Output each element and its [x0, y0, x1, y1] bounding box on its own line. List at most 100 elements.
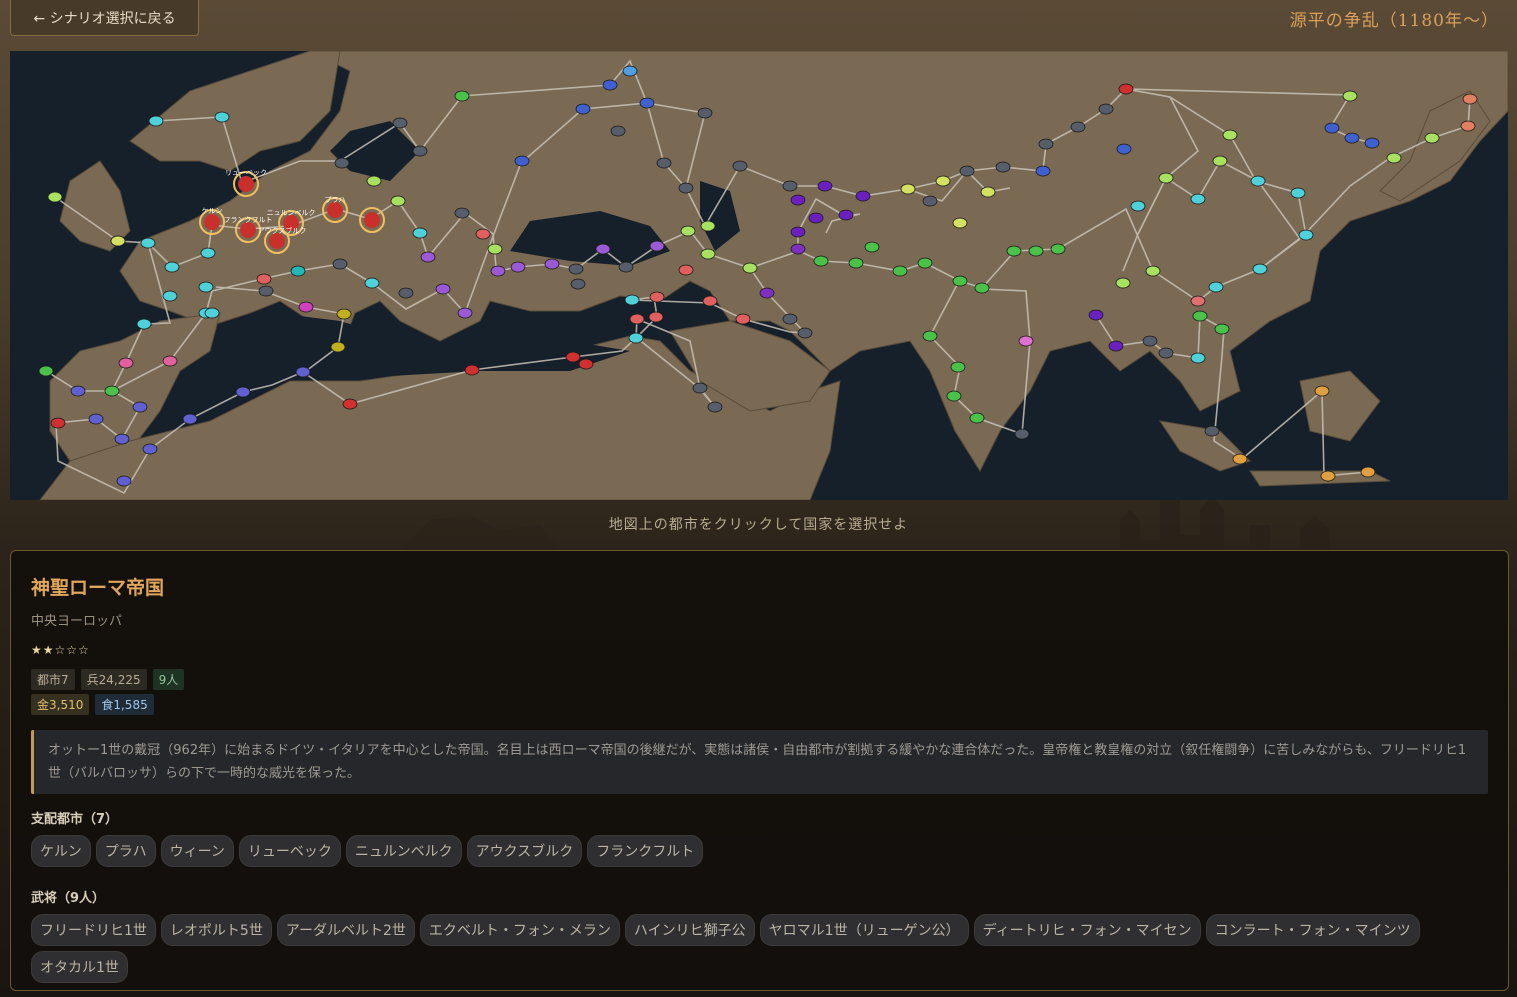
city-marker[interactable]: [1232, 453, 1248, 465]
city-marker[interactable]: [782, 313, 798, 325]
city-marker[interactable]: [164, 261, 180, 273]
city-marker[interactable]: [900, 183, 916, 195]
city-marker[interactable]: [390, 195, 406, 207]
city-marker[interactable]: [50, 417, 66, 429]
city-marker[interactable]: [332, 258, 348, 270]
city-marker[interactable]: [1115, 277, 1131, 289]
city-marker[interactable]: [656, 157, 672, 169]
general-tag[interactable]: ハインリヒ獅子公: [624, 914, 755, 946]
city-marker[interactable]: [700, 248, 716, 260]
city-marker[interactable]: [140, 237, 156, 249]
city-marker[interactable]: [678, 264, 694, 276]
city-marker[interactable]: [1050, 243, 1066, 255]
city-marker[interactable]: [1192, 310, 1208, 322]
city-marker[interactable]: [490, 265, 506, 277]
general-tag[interactable]: エクベルト・フォン・メラン: [419, 914, 620, 946]
city-marker[interactable]: [952, 275, 968, 287]
city-marker[interactable]: [1018, 335, 1034, 347]
city-marker[interactable]: [1116, 143, 1132, 155]
city-marker[interactable]: [697, 107, 713, 119]
city-marker[interactable]: [864, 241, 880, 253]
city-marker[interactable]: [1190, 352, 1206, 364]
city-marker[interactable]: [334, 157, 350, 169]
city-marker[interactable]: [1006, 245, 1022, 257]
city-marker[interactable]: [855, 190, 871, 202]
city-marker[interactable]: [732, 160, 748, 172]
city-marker[interactable]: [1320, 470, 1336, 482]
city-marker[interactable]: [565, 351, 581, 363]
city-marker[interactable]: [922, 330, 938, 342]
city-marker[interactable]: [610, 125, 626, 137]
city-marker[interactable]: [464, 364, 480, 376]
city-marker[interactable]: [295, 366, 311, 378]
city-marker[interactable]: [790, 194, 806, 206]
city-marker[interactable]: [364, 277, 380, 289]
city-marker[interactable]: [678, 182, 694, 194]
general-tag[interactable]: オタカル1世: [31, 951, 128, 983]
city-marker[interactable]: [342, 398, 358, 410]
city-marker[interactable]: [700, 220, 716, 232]
city-marker[interactable]: [148, 115, 164, 127]
city-marker[interactable]: [1290, 187, 1306, 199]
city-marker[interactable]: [1460, 120, 1476, 132]
city-marker[interactable]: [817, 180, 833, 192]
city-marker[interactable]: [1462, 93, 1478, 105]
city-marker[interactable]: [435, 283, 451, 295]
city-marker[interactable]: [1158, 347, 1174, 359]
general-tag[interactable]: ヤロマル1世（リューゲン公）: [759, 914, 969, 946]
city-marker[interactable]: [707, 401, 723, 413]
city-tag[interactable]: プラハ: [95, 835, 156, 867]
city-marker[interactable]: [1098, 103, 1114, 115]
city-marker[interactable]: [570, 278, 586, 290]
city-marker[interactable]: [136, 318, 152, 330]
city-marker[interactable]: [1314, 385, 1330, 397]
city-marker[interactable]: [1190, 295, 1206, 307]
city-marker[interactable]: [602, 79, 618, 91]
city-marker[interactable]: [110, 235, 126, 247]
city-marker[interactable]: [1212, 155, 1228, 167]
city-marker[interactable]: [1190, 193, 1206, 205]
city-marker[interactable]: [214, 111, 230, 123]
city-marker[interactable]: [454, 207, 470, 219]
city-marker[interactable]: [702, 295, 718, 307]
city-marker[interactable]: [628, 332, 644, 344]
city-marker[interactable]: [639, 97, 655, 109]
city-marker[interactable]: [104, 385, 120, 397]
city-marker[interactable]: [848, 257, 864, 269]
general-tag[interactable]: ディートリヒ・フォン・マイセン: [973, 914, 1201, 946]
city-marker[interactable]: [892, 265, 908, 277]
city-marker[interactable]: [88, 413, 104, 425]
city-marker[interactable]: [680, 225, 696, 237]
city-marker[interactable]: [420, 251, 436, 263]
city-marker[interactable]: [290, 265, 306, 277]
city-marker[interactable]: [595, 243, 611, 255]
general-tag[interactable]: レオポルト5世: [160, 914, 272, 946]
city-marker[interactable]: [162, 290, 178, 302]
city-marker[interactable]: [995, 161, 1011, 173]
city-marker[interactable]: [1342, 90, 1358, 102]
city-marker[interactable]: [782, 180, 798, 192]
city-marker[interactable]: [578, 358, 594, 370]
city-marker[interactable]: [1145, 265, 1161, 277]
city-marker[interactable]: [235, 386, 251, 398]
city-marker[interactable]: [298, 301, 314, 313]
city-marker[interactable]: [162, 355, 178, 367]
city-marker[interactable]: [946, 390, 962, 402]
city-marker[interactable]: [412, 145, 428, 157]
city-marker[interactable]: [336, 308, 352, 320]
city-marker[interactable]: [198, 281, 214, 293]
city-marker[interactable]: [454, 90, 470, 102]
city-marker[interactable]: [790, 243, 806, 255]
city-marker[interactable]: [950, 361, 966, 373]
city-marker[interactable]: [47, 191, 63, 203]
city-marker[interactable]: [959, 165, 975, 177]
world-map[interactable]: リューベック ケルン フランクフルト ニュルンベルク アウクスブルク プラハ: [10, 51, 1508, 500]
city-marker[interactable]: [1108, 340, 1124, 352]
city-marker[interactable]: [118, 357, 134, 369]
city-marker[interactable]: [1118, 83, 1134, 95]
city-marker[interactable]: [622, 65, 638, 77]
city-marker[interactable]: [1070, 121, 1086, 133]
city-tag[interactable]: リューベック: [238, 835, 341, 867]
city-marker[interactable]: [1344, 132, 1360, 144]
city-marker[interactable]: [568, 263, 584, 275]
